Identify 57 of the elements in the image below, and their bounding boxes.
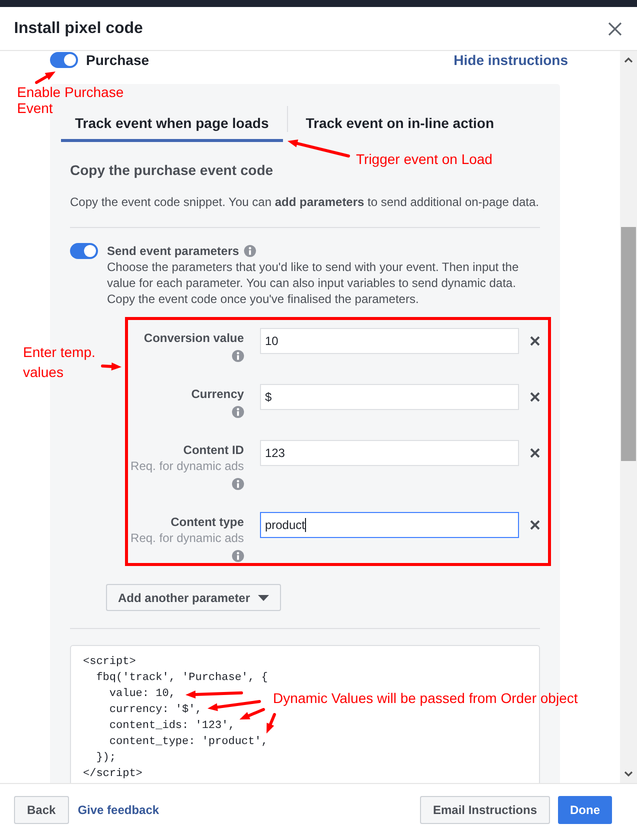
- close-icon[interactable]: [608, 22, 622, 36]
- info-icon: [232, 350, 244, 362]
- add-parameter-button[interactable]: Add another parameter: [106, 584, 282, 611]
- annotation-note: Dynamic Values will be passed from Order object: [273, 689, 578, 708]
- code-line: fbq('track', 'Purchase', {: [95, 671, 268, 686]
- close-icon[interactable]: [530, 336, 540, 346]
- annotation-arrow: [34, 70, 56, 84]
- button[interactable]: Back: [14, 796, 69, 824]
- toggle-switch[interactable]: [50, 52, 78, 68]
- text-field[interactable]: 10: [260, 328, 519, 354]
- caret-down-icon: [258, 594, 270, 600]
- info-icon: [232, 406, 244, 418]
- primary-button[interactable]: Done: [558, 796, 612, 824]
- annotation-note: Enable Purchase Event: [17, 84, 124, 116]
- button[interactable]: Email Instructions: [420, 796, 550, 824]
- close-icon[interactable]: [530, 520, 540, 530]
- code-line: content_ids: '123',: [108, 719, 235, 734]
- close-icon[interactable]: [530, 448, 540, 458]
- annotation-note: Enter temp. values: [23, 343, 96, 382]
- parameters-description: Choose the parameters that you'd like to send with your event. Then input the value for each parameter. You can also input variables to send dynamic data. Copy the event code once you've finalised the parameters.: [107, 259, 520, 307]
- toggle-label: Purchase: [86, 51, 150, 69]
- text-field[interactable]: product: [260, 512, 519, 538]
- section-heading: Copy the purchase event code: [70, 161, 274, 179]
- code-line: content_type: 'product',: [108, 735, 268, 750]
- toggle-switch[interactable]: [70, 243, 98, 259]
- text-field[interactable]: 123: [260, 440, 519, 466]
- hide-instructions-link[interactable]: Hide instructions: [454, 51, 568, 69]
- annotation-arrow: [100, 360, 122, 372]
- tab[interactable]: Track event on in-line action: [292, 115, 508, 142]
- chevron-down-icon[interactable]: [624, 771, 633, 777]
- code-line: });: [95, 751, 116, 766]
- field-label: Content ID: [183, 442, 244, 458]
- field-label: Conversion value: [144, 330, 244, 346]
- scrollbar-thumb[interactable]: [621, 227, 636, 461]
- info-icon: [232, 478, 244, 490]
- field-label: Content type: [170, 514, 244, 530]
- code-line: currency: '$',: [108, 703, 202, 718]
- text-cursor-icon: [304, 518, 306, 532]
- text-field[interactable]: $: [260, 384, 519, 410]
- chevron-up-icon[interactable]: [624, 57, 633, 63]
- close-icon[interactable]: [530, 392, 540, 402]
- field-hint: Req. for dynamic ads: [130, 458, 244, 474]
- dialog-title: Install pixel code: [14, 18, 143, 38]
- annotation-arrow: [184, 689, 242, 700]
- field-label: Currency: [191, 386, 244, 402]
- code-line: </script>: [83, 767, 142, 782]
- annotation-note: Trigger event on Load: [356, 150, 492, 169]
- code-line: value: 10,: [108, 687, 176, 702]
- toggle-label: Send event parameters: [107, 243, 240, 259]
- info-icon: [244, 245, 256, 257]
- info-icon: [232, 550, 244, 562]
- annotation-arrow: [286, 138, 350, 158]
- feedback-link[interactable]: Give feedback: [78, 802, 160, 818]
- field-hint: Req. for dynamic ads: [130, 530, 244, 546]
- section-description: Copy the event code snippet. You can add parameters to send additional on-page data.: [70, 194, 540, 210]
- tab[interactable]: Track event when page loads: [61, 115, 283, 142]
- code-line: <script>: [83, 655, 136, 670]
